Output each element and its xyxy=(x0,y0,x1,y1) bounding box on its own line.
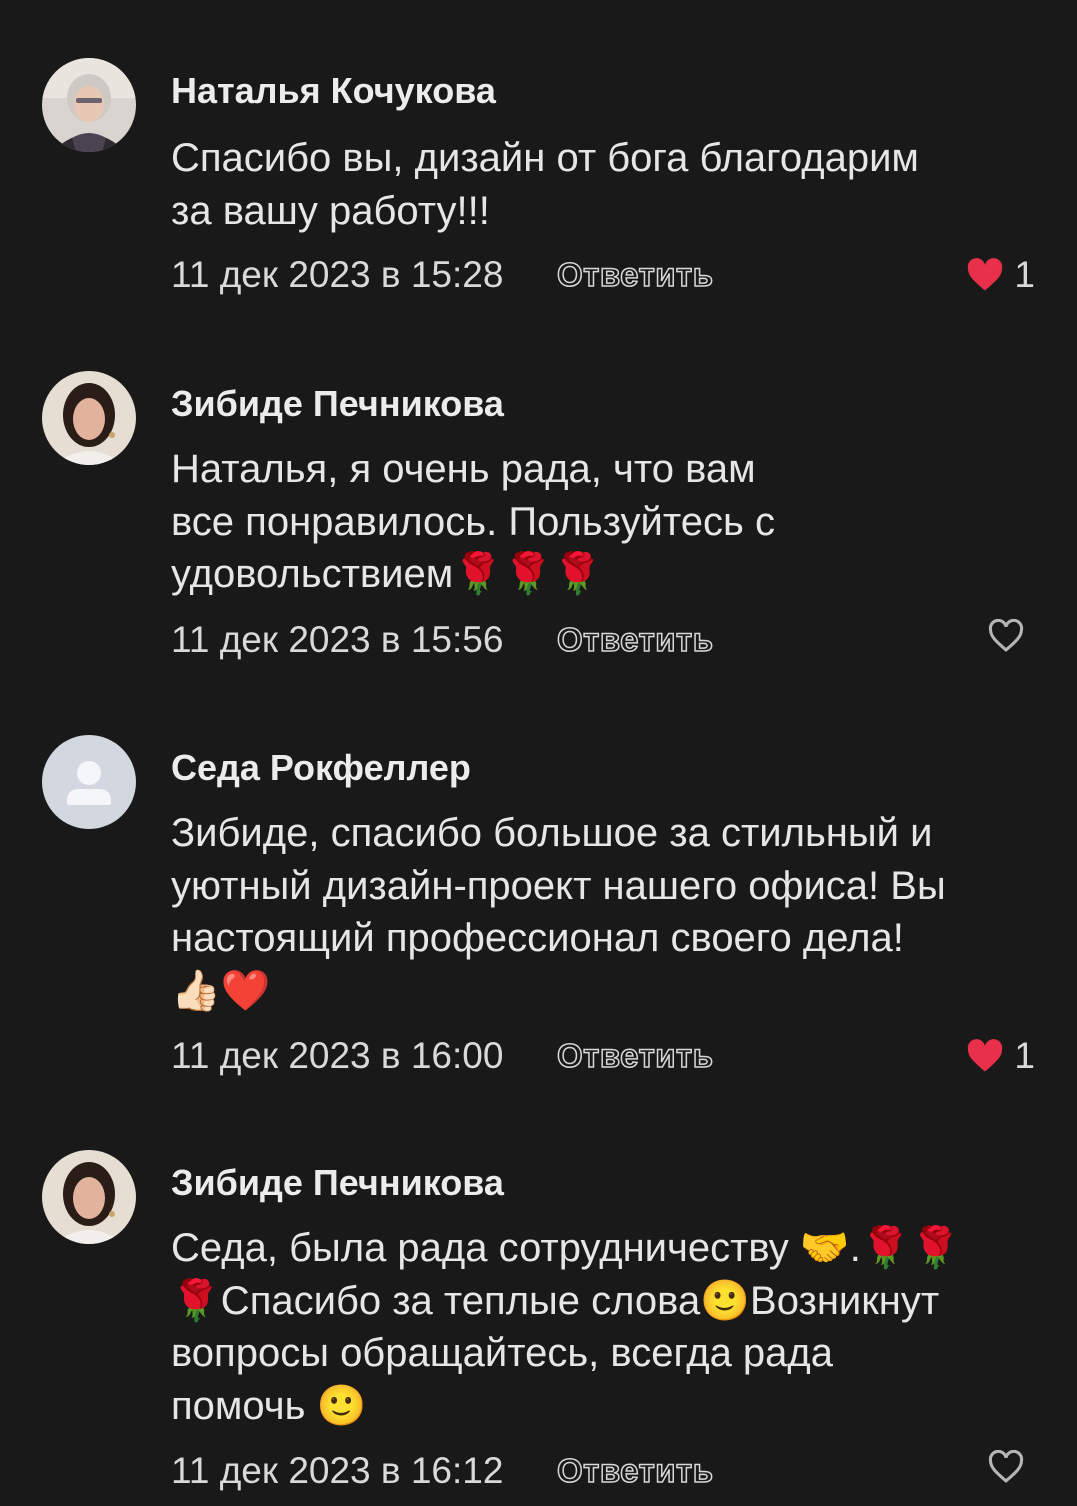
heart-filled-icon xyxy=(968,1039,1003,1072)
photo-avatar-icon xyxy=(42,371,136,465)
heart-outline-icon xyxy=(988,619,1024,652)
comment-author[interactable]: Зибиде Печникова xyxy=(171,383,504,425)
comment-text: Зибиде, спасибо большое за стильный и ую… xyxy=(171,811,946,1013)
avatar[interactable] xyxy=(42,371,136,465)
comment-author[interactable]: Зибиде Печникова xyxy=(171,1162,504,1204)
comment-date: 11 дек 2023 в 15:28 xyxy=(171,254,504,295)
like-count: 1 xyxy=(1014,1035,1035,1076)
comment-text: Спасибо вы, дизайн от бога благодарим за… xyxy=(171,136,919,233)
reply-button[interactable]: Ответить xyxy=(556,620,713,659)
avatar[interactable] xyxy=(42,1150,136,1244)
comment-author[interactable]: Наталья Кочукова xyxy=(171,70,496,112)
comment-text: Седа, была рада сотрудничеству 🤝.🌹🌹 🌹Спа… xyxy=(171,1226,961,1428)
comments-feed: Наталья Кочукова Спасибо вы, дизайн от б… xyxy=(0,0,1077,1506)
comment-date: 11 дек 2023 в 16:00 xyxy=(171,1035,504,1076)
comment-date: 11 дек 2023 в 16:12 xyxy=(171,1450,504,1491)
reply-button[interactable]: Ответить xyxy=(556,1036,713,1075)
avatar[interactable] xyxy=(42,58,136,152)
comment-date: 11 дек 2023 в 15:56 xyxy=(171,619,504,660)
heart-filled-icon xyxy=(968,258,1003,291)
like-button[interactable]: 1 xyxy=(966,254,1035,296)
comment-text: Наталья, я очень рада, что вам все понра… xyxy=(171,447,775,596)
photo-avatar-icon xyxy=(42,58,136,152)
like-button[interactable] xyxy=(987,1450,1035,1484)
like-button[interactable] xyxy=(987,619,1035,653)
like-count: 1 xyxy=(1014,254,1035,295)
like-button[interactable]: 1 xyxy=(966,1035,1035,1077)
photo-avatar-icon xyxy=(42,1150,136,1244)
heart-outline-icon xyxy=(988,1450,1024,1483)
reply-button[interactable]: Ответить xyxy=(556,255,713,294)
default-user-icon xyxy=(42,735,136,829)
comment-author[interactable]: Седа Рокфеллер xyxy=(171,747,471,789)
avatar[interactable] xyxy=(42,735,136,829)
reply-button[interactable]: Ответить xyxy=(556,1451,713,1490)
